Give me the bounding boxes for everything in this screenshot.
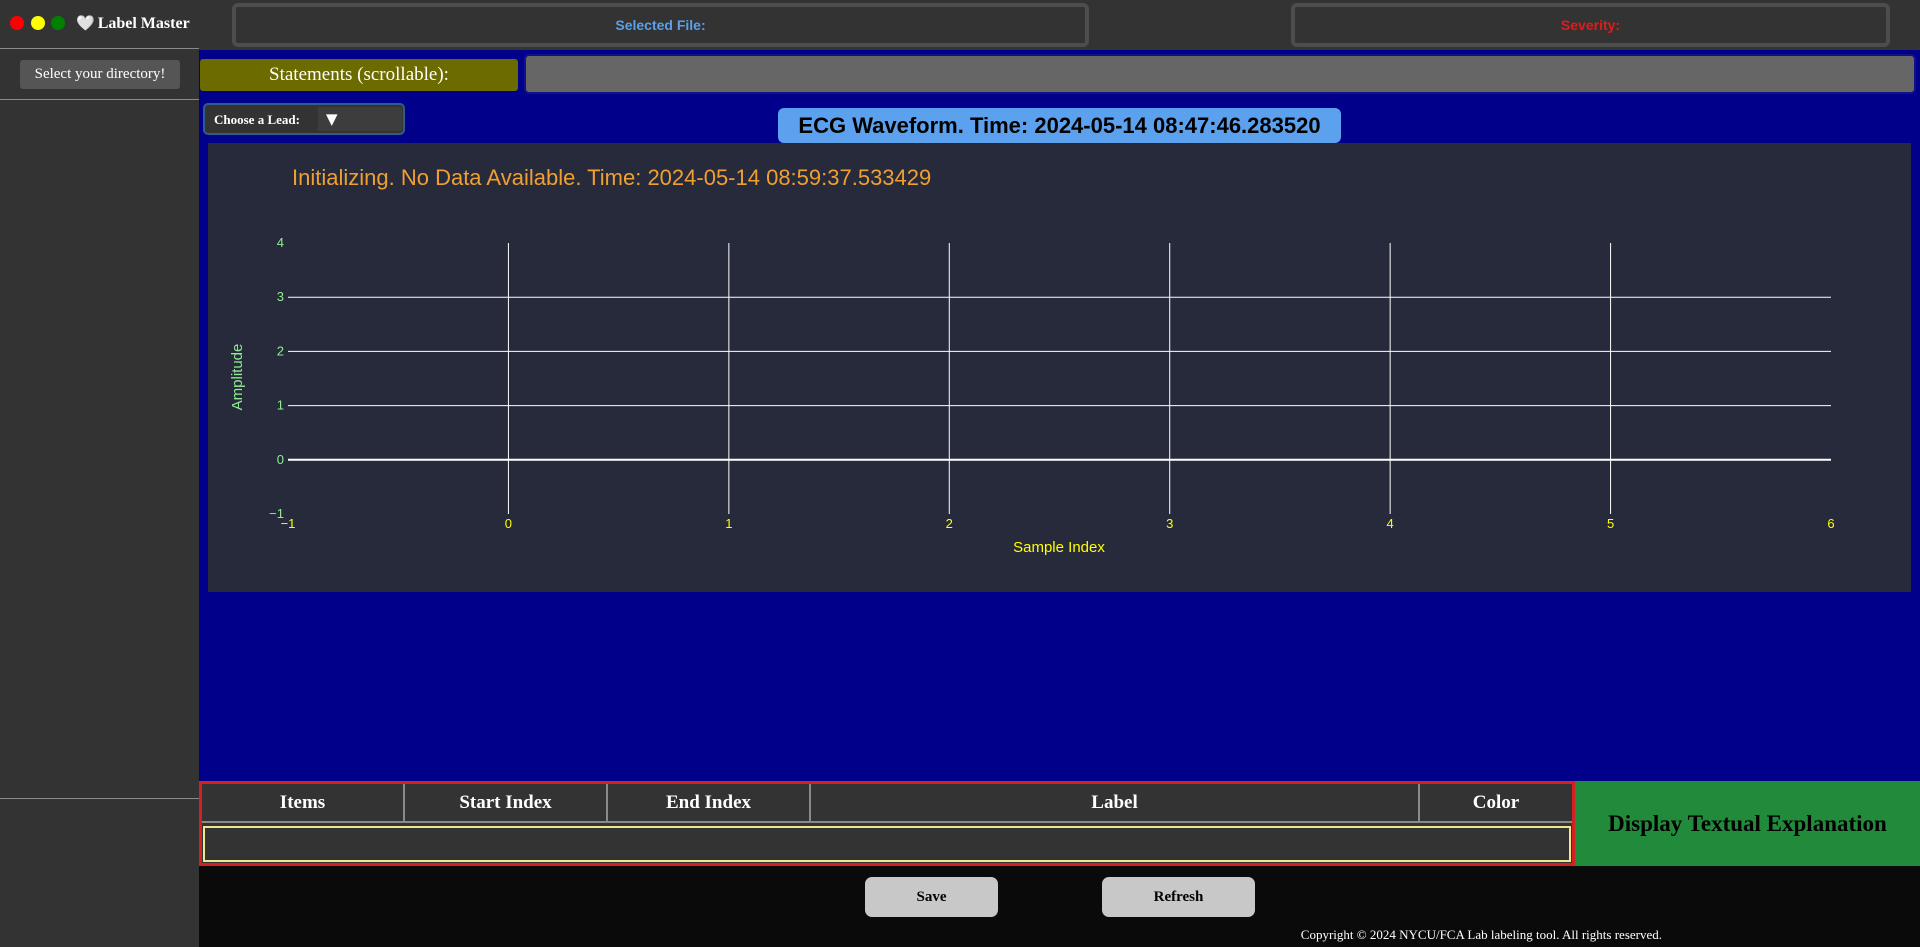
x-tick-label: 5 (1607, 516, 1614, 531)
label-entry-row[interactable] (203, 826, 1571, 862)
y-tick-label: 0 (277, 452, 284, 467)
title-bar: 🤍 Label Master (0, 0, 199, 49)
column-header-color: Color (1420, 784, 1572, 823)
maximize-window-button[interactable] (51, 16, 65, 30)
x-tick-label: 4 (1387, 516, 1394, 531)
statements-box[interactable] (524, 54, 1916, 94)
save-button[interactable]: Save (865, 877, 998, 917)
y-tick-label: 4 (277, 235, 284, 250)
ecg-chart[interactable]: Initializing. No Data Available. Time: 2… (208, 143, 1911, 592)
select-directory-button[interactable]: Select your directory! (20, 60, 180, 89)
main-area: Statements (scrollable): Choose a Lead: … (199, 50, 1920, 781)
y-tick-label: 2 (277, 343, 284, 358)
display-explanation-button[interactable]: Display Textual Explanation (1575, 781, 1920, 866)
directory-row: Select your directory! (0, 50, 199, 100)
chart-ticks: −1 0 1 2 3 4 5 6−101234 (269, 235, 1834, 531)
labels-table: Items Start Index End Index Label Color (199, 781, 1575, 866)
y-tick-label: 1 (277, 398, 284, 413)
y-tick-label: 3 (277, 289, 284, 304)
app-title: 🤍 Label Master (76, 14, 190, 33)
lead-label: Choose a Lead: (214, 112, 300, 127)
heart-pulse-icon: 🤍 (76, 14, 95, 32)
y-tick-label: −1 (269, 506, 284, 521)
y-axis-label: Amplitude (229, 344, 246, 411)
x-tick-label: 6 (1827, 516, 1834, 531)
column-header-label: Label (811, 784, 1420, 823)
lead-dropdown[interactable]: ▼ (318, 107, 402, 131)
copyright-text: Copyright © 2024 NYCU/FCA Lab labeling t… (1300, 927, 1662, 942)
x-tick-label: 2 (946, 516, 953, 531)
minimize-window-button[interactable] (31, 16, 45, 30)
chart-svg: Initializing. No Data Available. Time: 2… (229, 165, 1835, 556)
column-header-items: Items (202, 784, 405, 823)
sidebar: 🤍 Label Master Select your directory! (0, 0, 199, 947)
chevron-down-icon: ▼ (326, 110, 338, 128)
sidebar-divider (0, 798, 199, 799)
top-header: Selected File: Severity: (199, 0, 1920, 50)
severity-display: Severity: (1291, 3, 1890, 47)
footer: Save Refresh Copyright © 2024 NYCU/FCA L… (199, 866, 1920, 947)
x-tick-label: 1 (725, 516, 732, 531)
selected-file-display: Selected File: (232, 3, 1089, 47)
column-header-end-index: End Index (608, 784, 811, 823)
x-tick-label: 0 (505, 516, 512, 531)
x-axis-label: Sample Index (1013, 539, 1105, 556)
app-title-text: Label Master (97, 15, 190, 32)
waveform-title: ECG Waveform. Time: 2024-05-14 08:47:46.… (778, 108, 1341, 143)
chart-grid (288, 243, 1831, 514)
column-header-start-index: Start Index (405, 784, 608, 823)
close-window-button[interactable] (10, 16, 24, 30)
statements-label: Statements (scrollable): (200, 59, 518, 91)
refresh-button[interactable]: Refresh (1102, 877, 1255, 917)
x-tick-label: 3 (1166, 516, 1173, 531)
chart-title: Initializing. No Data Available. Time: 2… (292, 165, 931, 190)
lead-selector: Choose a Lead: ▼ (203, 103, 405, 135)
